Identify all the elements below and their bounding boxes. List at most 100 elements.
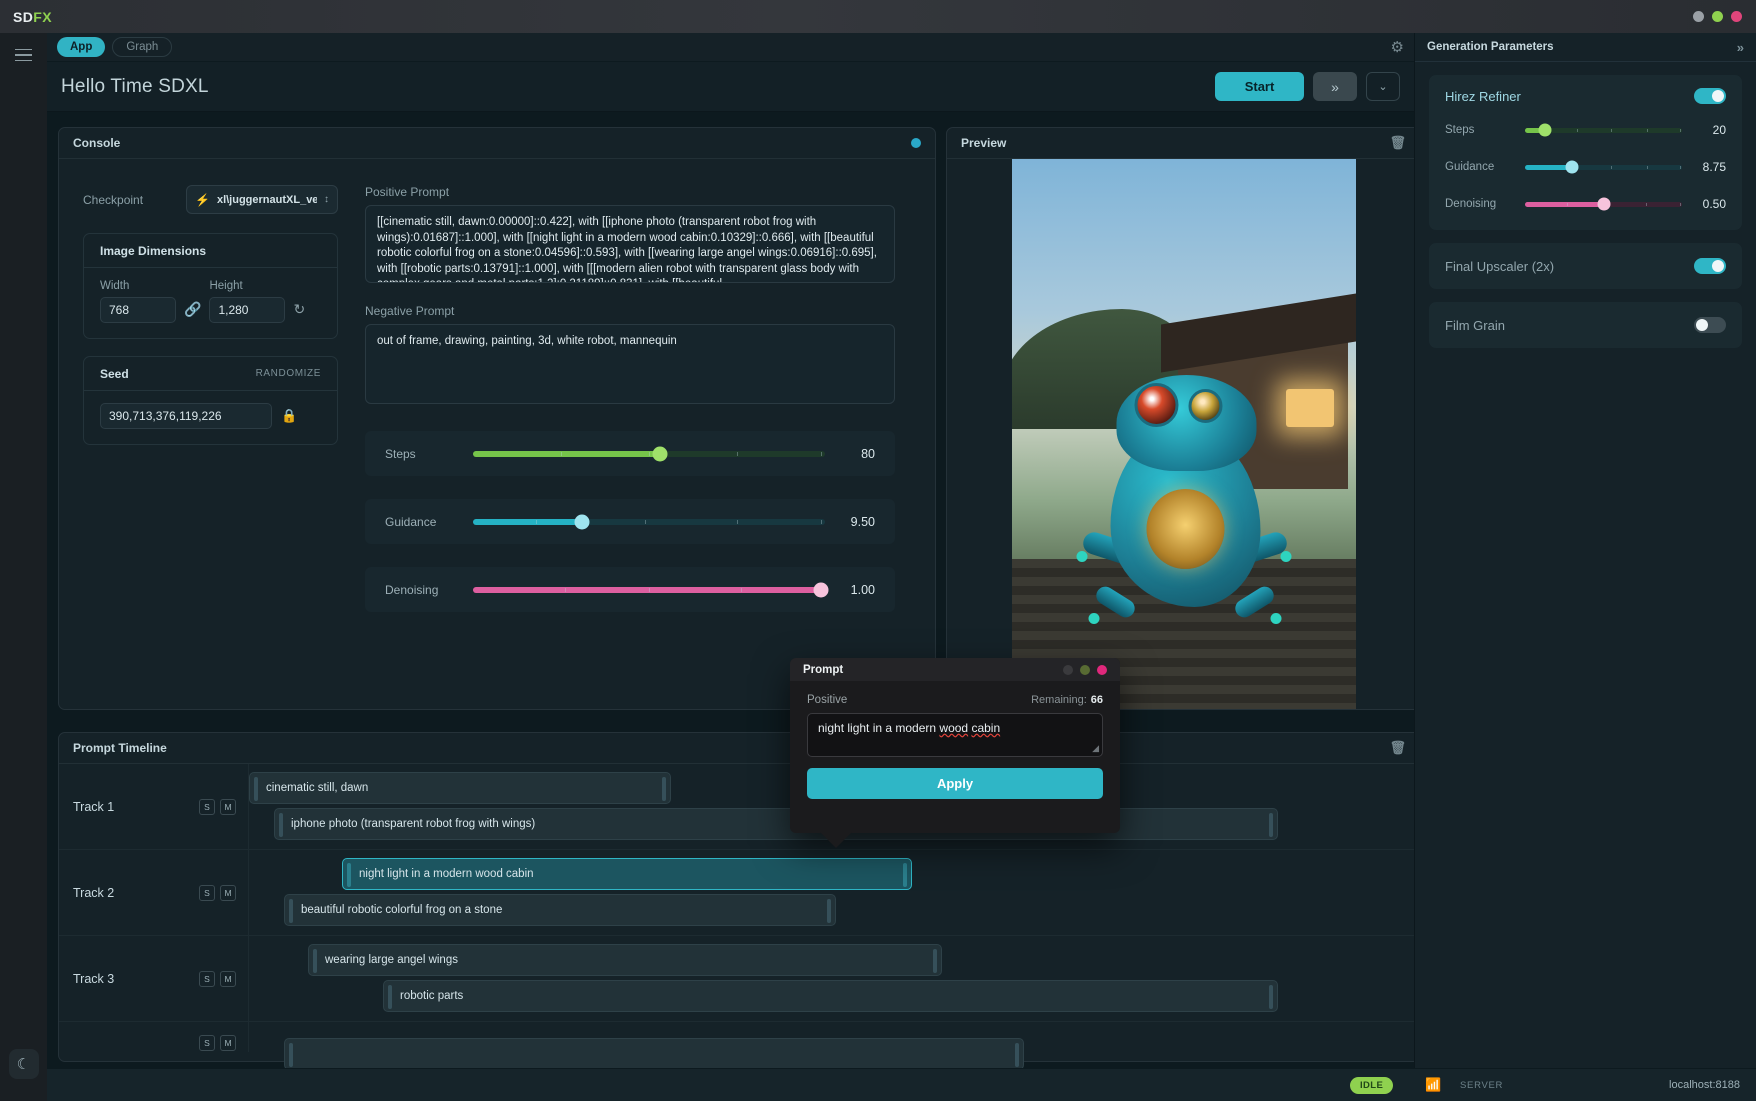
popup-text-misspelled-2: cabin xyxy=(971,721,1000,735)
resize-grip-icon[interactable]: ◢ xyxy=(1092,743,1099,754)
window-close-dot[interactable] xyxy=(1731,11,1742,22)
guidance-slider-track[interactable] xyxy=(473,519,825,525)
tab-app[interactable]: App xyxy=(57,37,105,57)
gear-icon[interactable]: ⚙ xyxy=(1391,40,1404,55)
checkpoint-label: Checkpoint xyxy=(83,193,143,207)
logo-fx-text: FX xyxy=(33,9,52,25)
window-maximize-dot[interactable] xyxy=(1712,11,1723,22)
sidebar-title: Generation Parameters xyxy=(1427,41,1554,53)
positive-prompt-textarea[interactable]: [[cinematic still, dawn:0.00000]::0.422]… xyxy=(365,205,895,283)
height-input[interactable] xyxy=(209,297,285,323)
hirez-steps-knob[interactable] xyxy=(1539,124,1552,137)
popup-remaining: Remaining:66 xyxy=(1031,694,1103,706)
solo-button[interactable]: S xyxy=(199,799,215,815)
guidance-slider-row: Guidance 9.50 xyxy=(365,499,895,544)
film-grain-toggle[interactable] xyxy=(1694,317,1726,333)
hirez-denoising-value: 0.50 xyxy=(1686,197,1726,211)
guidance-slider-label: Guidance xyxy=(385,515,473,529)
tab-graph[interactable]: Graph xyxy=(112,37,172,57)
track-label-row: S M xyxy=(59,1022,249,1052)
track-buttons: S M xyxy=(199,885,236,901)
mute-button[interactable]: M xyxy=(220,885,236,901)
hirez-refiner-card: Hirez Refiner Steps 20 Guidance 8.75 xyxy=(1429,75,1742,230)
hamburger-menu-icon[interactable] xyxy=(9,42,39,68)
positive-prompt-label: Positive Prompt xyxy=(365,185,911,199)
timeline-clip[interactable] xyxy=(284,1038,1024,1070)
popup-close-dot[interactable] xyxy=(1097,665,1107,675)
track-buttons: S M xyxy=(199,799,236,815)
hirez-guidance-knob[interactable] xyxy=(1566,161,1579,174)
timeline-clip-selected[interactable]: night light in a modern wood cabin xyxy=(342,858,912,890)
seed-input[interactable] xyxy=(100,403,272,429)
chevron-right-icon[interactable]: » xyxy=(1737,40,1744,55)
hirez-refiner-toggle[interactable] xyxy=(1694,88,1726,104)
hirez-guidance-track[interactable] xyxy=(1525,165,1682,170)
solo-button[interactable]: S xyxy=(199,885,215,901)
film-grain-title: Film Grain xyxy=(1445,318,1505,333)
final-upscaler-toggle[interactable] xyxy=(1694,258,1726,274)
width-input[interactable] xyxy=(100,297,176,323)
app-logo: SDFX xyxy=(13,9,52,25)
negative-prompt-textarea[interactable]: out of frame, drawing, painting, 3d, whi… xyxy=(365,324,895,404)
hirez-refiner-header: Hirez Refiner xyxy=(1445,88,1726,104)
status-dot-icon xyxy=(911,138,921,148)
swap-dimensions-icon[interactable]: ↻ xyxy=(293,301,305,323)
hirez-steps-row: Steps 20 xyxy=(1445,117,1726,143)
image-dimensions-header: Image Dimensions xyxy=(84,234,337,268)
hirez-steps-track[interactable] xyxy=(1525,128,1682,133)
lock-icon[interactable]: 🔒 xyxy=(281,408,297,424)
top-tabbar: App Graph ⚙ xyxy=(47,33,1414,62)
steps-slider-track[interactable] xyxy=(473,451,825,457)
timeline-clip[interactable]: robotic parts xyxy=(383,980,1278,1012)
mute-button[interactable]: M xyxy=(220,971,236,987)
timeline-track-partial: S M xyxy=(59,1022,1420,1052)
page-header: Hello Time SDXL Start » ⌄ xyxy=(47,62,1414,112)
moon-icon[interactable]: ☾ xyxy=(9,1049,39,1079)
trash-icon[interactable]: 🗑 xyxy=(1389,740,1406,756)
generated-image xyxy=(1012,159,1356,709)
timeline-clip[interactable]: iphone photo (transparent robot frog wit… xyxy=(274,808,1278,840)
window-controls[interactable] xyxy=(1693,11,1742,22)
guidance-slider-value: 9.50 xyxy=(825,515,875,529)
timeline-clip[interactable]: cinematic still, dawn xyxy=(249,772,671,804)
mute-button[interactable]: M xyxy=(220,799,236,815)
randomize-button[interactable]: RANDOMIZE xyxy=(256,368,321,379)
link-icon[interactable]: 🔗 xyxy=(184,301,201,323)
seed-header: Seed RANDOMIZE xyxy=(84,357,337,391)
guidance-slider-knob[interactable] xyxy=(575,514,590,529)
denoising-slider-knob[interactable] xyxy=(814,582,829,597)
trash-icon[interactable]: 🗑 xyxy=(1389,135,1406,151)
timeline-clip[interactable]: beautiful robotic colorful frog on a sto… xyxy=(284,894,836,926)
mute-button[interactable]: M xyxy=(220,1035,236,1051)
solo-button[interactable]: S xyxy=(199,971,215,987)
window-minimize-dot[interactable] xyxy=(1693,11,1704,22)
popup-prompt-textarea[interactable]: night light in a modern wood cabin xyxy=(807,713,1103,757)
console-left-column: Checkpoint ⚡ xl\juggernautXL_vers... ↕ I… xyxy=(83,185,338,635)
steps-slider-knob[interactable] xyxy=(652,446,667,461)
hirez-denoising-track[interactable] xyxy=(1525,202,1682,207)
timeline-panel-header: Prompt Timeline 🗑 xyxy=(59,733,1420,764)
timeline-clip[interactable]: wearing large angel wings xyxy=(308,944,942,976)
track-label-row: Track 2 S M xyxy=(59,850,249,936)
popup-positive-label: Positive xyxy=(807,694,847,706)
hirez-denoising-knob[interactable] xyxy=(1597,198,1610,211)
hirez-refiner-title: Hirez Refiner xyxy=(1445,89,1521,104)
apply-button[interactable]: Apply xyxy=(807,768,1103,799)
denoising-slider-value: 1.00 xyxy=(825,583,875,597)
denoising-slider-track[interactable] xyxy=(473,587,825,593)
hirez-steps-value: 20 xyxy=(1686,123,1726,137)
console-panel-header: Console xyxy=(59,128,935,159)
checkpoint-select[interactable]: ⚡ xl\juggernautXL_vers... ↕ xyxy=(186,185,338,214)
preview-panel-header: Preview 🗑 xyxy=(947,128,1420,159)
queue-advance-button[interactable]: » xyxy=(1313,72,1357,101)
solo-button[interactable]: S xyxy=(199,1035,215,1051)
checkpoint-value: xl\juggernautXL_vers... xyxy=(217,194,317,206)
chevron-down-icon[interactable]: ⌄ xyxy=(1366,72,1400,101)
popup-minimize-dot[interactable] xyxy=(1063,665,1073,675)
start-button[interactable]: Start xyxy=(1215,72,1304,101)
popup-maximize-dot[interactable] xyxy=(1080,665,1090,675)
denoising-slider-label: Denoising xyxy=(385,583,473,597)
popup-remaining-value: 66 xyxy=(1091,694,1103,706)
checkpoint-row: Checkpoint ⚡ xl\juggernautXL_vers... ↕ xyxy=(83,185,338,214)
seed-title: Seed xyxy=(100,367,129,381)
